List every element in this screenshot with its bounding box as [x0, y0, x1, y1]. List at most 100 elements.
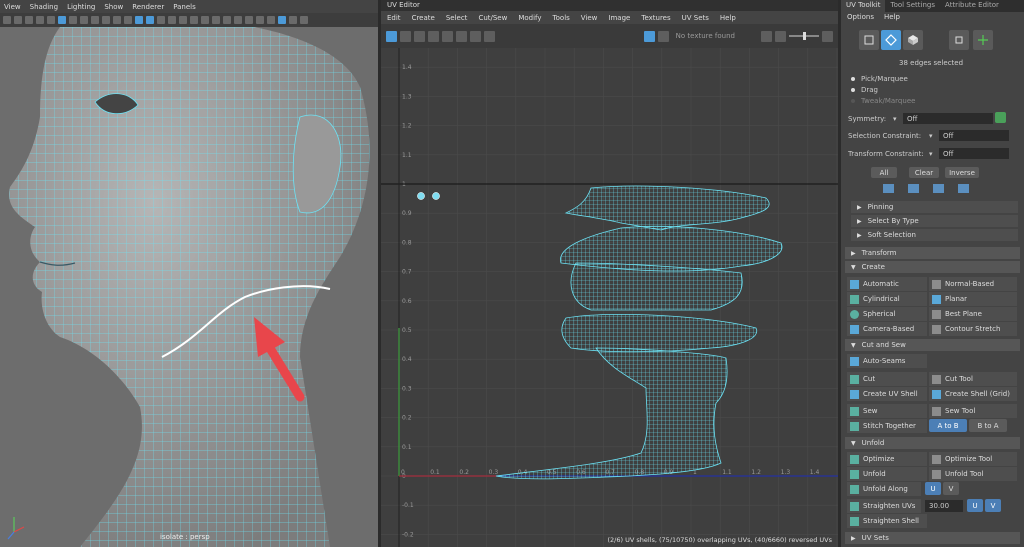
menu-renderer[interactable]: Renderer	[132, 3, 164, 11]
menu-cut-sew[interactable]: Cut/Sew	[478, 14, 507, 22]
menu-show[interactable]: Show	[104, 3, 123, 11]
xray-joints-icon[interactable]	[256, 16, 264, 24]
select-camera-icon[interactable]	[14, 16, 22, 24]
smooth-shade-icon[interactable]	[135, 16, 143, 24]
b-to-a-button[interactable]: B to A	[969, 419, 1007, 432]
unfold-v-button[interactable]: V	[943, 482, 959, 495]
inverse-selection-button[interactable]: Inverse	[945, 167, 979, 178]
wireframe-icon[interactable]	[124, 16, 132, 24]
menu-shading[interactable]: Shading	[30, 3, 58, 11]
tab-tool-settings[interactable]: Tool Settings	[885, 0, 940, 12]
uv-snapshot-icon[interactable]	[484, 30, 495, 42]
section-cut-and-sew[interactable]: ▼ Cut and Sew	[845, 339, 1020, 351]
create-shell-grid-button[interactable]: Create Shell (Grid)	[929, 387, 1017, 401]
isolate-icon[interactable]	[278, 16, 286, 24]
ambient-occlusion-icon[interactable]	[190, 16, 198, 24]
bookmark-icon[interactable]	[25, 16, 33, 24]
menu-panels[interactable]: Panels	[173, 3, 196, 11]
symmetry-pin-icon[interactable]	[995, 112, 1006, 123]
uv-distortion-icon[interactable]	[470, 30, 481, 42]
resolution-gate-icon[interactable]	[69, 16, 77, 24]
tab-uv-toolkit[interactable]: UV Toolkit	[841, 0, 886, 12]
uv-settings-icon[interactable]	[822, 30, 833, 42]
create-uv-shell-button[interactable]: Create UV Shell	[847, 387, 927, 401]
field-chart-icon[interactable]	[91, 16, 99, 24]
menu-modify[interactable]: Modify	[518, 14, 541, 22]
shadows-icon[interactable]	[179, 16, 187, 24]
pin-icon[interactable]	[417, 192, 425, 200]
optimize-tool-button[interactable]: Optimize Tool	[929, 452, 1017, 466]
contour-stretch-button[interactable]: Contour Stretch	[929, 322, 1017, 336]
camera-icon[interactable]	[3, 16, 11, 24]
section-select-by-type[interactable]: ▶ Select By Type	[851, 215, 1018, 227]
uv-dim-icon[interactable]	[657, 30, 669, 42]
straighten-uvs-button[interactable]: Straighten UVs	[847, 499, 921, 513]
edge-mode-icon[interactable]	[881, 30, 901, 50]
menu-view[interactable]: View	[4, 3, 21, 11]
planar-button[interactable]: Planar	[929, 292, 1017, 306]
straighten-v-button[interactable]: V	[985, 499, 1001, 512]
optimize-button[interactable]: Optimize	[847, 452, 927, 466]
menu-options[interactable]: Options	[847, 13, 874, 23]
xray-icon[interactable]	[245, 16, 253, 24]
automatic-button[interactable]: Automatic	[847, 277, 927, 291]
normal-based-button[interactable]: Normal-Based	[929, 277, 1017, 291]
chevron-down-icon[interactable]: ▾	[893, 115, 897, 123]
face-mode-icon[interactable]	[903, 30, 923, 50]
uv-grid[interactable]: 1.41.31.21.110.90.80.70.60.50.40.30.20.1…	[381, 48, 838, 547]
uv-checker-icon[interactable]	[643, 30, 655, 42]
stitch-together-button[interactable]: Stitch Together	[847, 419, 927, 433]
menu-uv-sets[interactable]: UV Sets	[682, 14, 709, 22]
image-plane-icon[interactable]	[36, 16, 44, 24]
lights-icon[interactable]	[168, 16, 176, 24]
chevron-down-icon[interactable]: ▾	[929, 150, 933, 158]
menu-help[interactable]: Help	[720, 14, 736, 22]
gate-mask-icon[interactable]	[80, 16, 88, 24]
section-create[interactable]: ▼ Create	[845, 261, 1020, 273]
backface-icon[interactable]	[267, 16, 275, 24]
auto-seams-button[interactable]: Auto-Seams	[847, 354, 927, 368]
section-pinning[interactable]: ▶ Pinning	[851, 201, 1018, 213]
spherical-button[interactable]: Spherical	[847, 307, 927, 321]
safe-action-icon[interactable]	[102, 16, 110, 24]
uv-pixel-snap-icon[interactable]	[456, 30, 467, 42]
isolate-select-icon[interactable]	[234, 16, 242, 24]
mode-tweak-marquee[interactable]: Tweak/Marquee	[851, 97, 915, 105]
straighten-shell-button[interactable]: Straighten Shell	[847, 514, 927, 528]
select-border-icon[interactable]	[933, 184, 944, 193]
uv-mode-icon[interactable]	[949, 30, 969, 50]
select-shortest-path-icon[interactable]	[958, 184, 969, 193]
chevron-down-icon[interactable]: ▾	[929, 132, 933, 140]
safe-title-icon[interactable]	[113, 16, 121, 24]
3d-viewport[interactable]: View Shading Lighting Show Renderer Pane…	[0, 0, 378, 547]
section-transform[interactable]: ▶ Transform	[845, 247, 1020, 259]
section-uv-sets[interactable]: ▶ UV Sets	[845, 532, 1020, 544]
gamma-icon[interactable]	[300, 16, 308, 24]
grid-icon[interactable]	[47, 16, 55, 24]
unfold-u-button[interactable]: U	[925, 482, 941, 495]
shrink-selection-icon[interactable]	[908, 184, 919, 193]
straighten-angle-field[interactable]: 30.00	[925, 500, 963, 512]
menu-lighting[interactable]: Lighting	[67, 3, 95, 11]
menu-tools[interactable]: Tools	[553, 14, 570, 22]
cylindrical-button[interactable]: Cylindrical	[847, 292, 927, 306]
section-unfold[interactable]: ▼ Unfold	[845, 437, 1020, 449]
mode-drag[interactable]: Drag	[851, 86, 878, 94]
menu-image[interactable]: Image	[608, 14, 630, 22]
clear-selection-button[interactable]: Clear	[909, 167, 939, 178]
unfold-along-button[interactable]: Unfold Along	[847, 482, 921, 496]
grow-selection-icon[interactable]	[883, 184, 894, 193]
symmetry-dropdown[interactable]: Off	[903, 113, 993, 124]
motion-blur-icon[interactable]	[201, 16, 209, 24]
straighten-u-button[interactable]: U	[967, 499, 983, 512]
uv-select-icon[interactable]	[386, 30, 397, 42]
uv-filter-icon[interactable]	[428, 30, 439, 42]
a-to-b-button[interactable]: A to B	[929, 419, 967, 432]
pin-icon[interactable]	[432, 192, 440, 200]
menu-uv-view[interactable]: View	[581, 14, 598, 22]
vertex-mode-icon[interactable]	[859, 30, 879, 50]
anti-alias-icon[interactable]	[212, 16, 220, 24]
textured-icon[interactable]	[157, 16, 165, 24]
uv-shell-icon[interactable]	[400, 30, 411, 42]
wireframe-on-shaded-icon[interactable]	[146, 16, 154, 24]
